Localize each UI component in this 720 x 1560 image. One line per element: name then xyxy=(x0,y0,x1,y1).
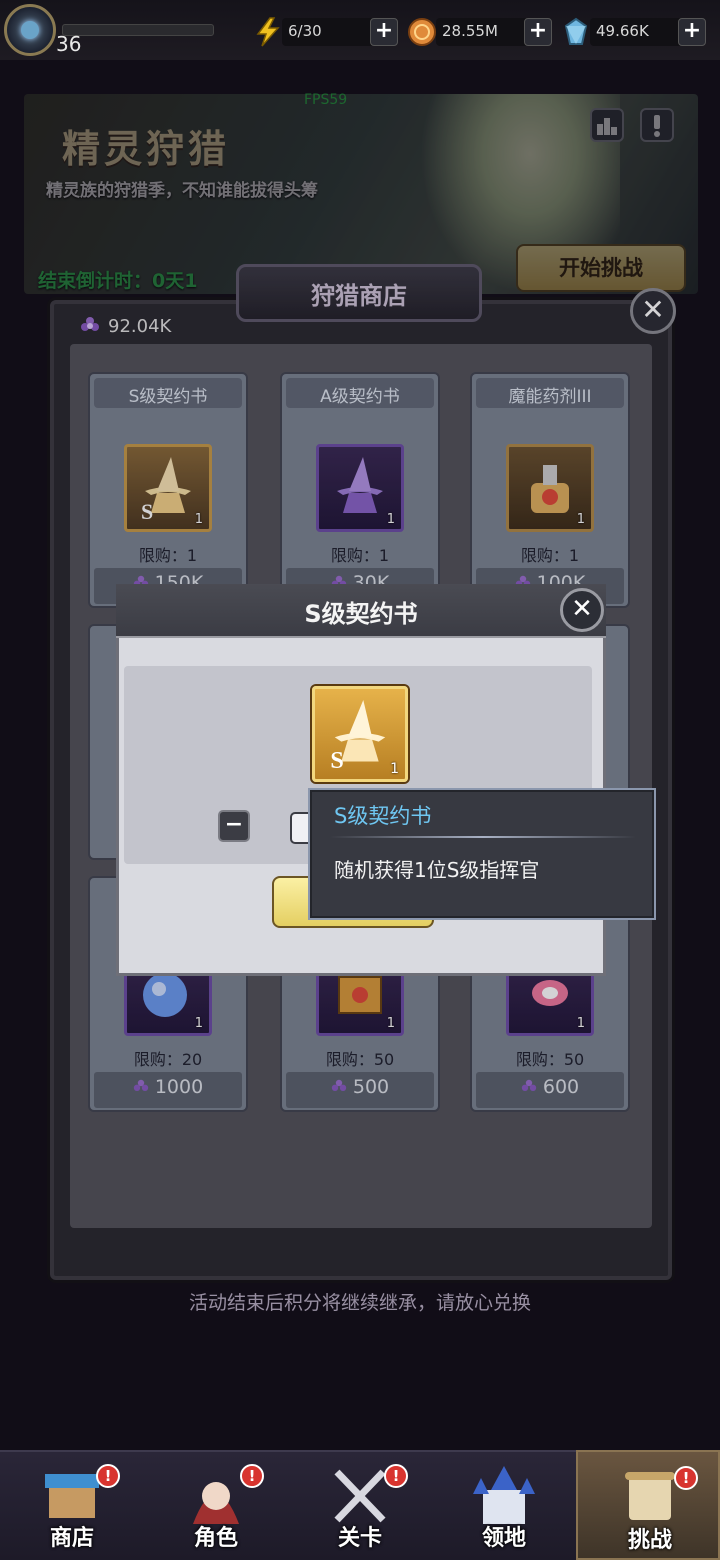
nav-challenge[interactable]: ! 挑战 xyxy=(576,1450,720,1560)
diamond-icon xyxy=(564,17,588,45)
gem-resource: 49.66K + xyxy=(560,16,708,48)
player-level: 36 xyxy=(56,32,82,56)
coin-icon xyxy=(408,18,436,46)
castle-icon xyxy=(473,1466,535,1524)
level-emblem-icon[interactable] xyxy=(4,4,56,56)
dialog-title: S级契约书 xyxy=(304,600,418,628)
energy-resource: 6/30 + xyxy=(252,16,400,48)
nav-characters[interactable]: ! 角色 xyxy=(144,1450,288,1560)
tooltip-description: 随机获得1位S级指挥官 xyxy=(334,858,540,882)
s-contract-icon[interactable]: S 1 xyxy=(312,686,408,782)
add-energy-button[interactable]: + xyxy=(370,18,398,46)
gold-value: 28.55M xyxy=(442,22,498,40)
nav-shop[interactable]: ! 商店 xyxy=(0,1450,144,1560)
gem-value: 49.66K xyxy=(596,22,649,40)
lightning-icon xyxy=(256,17,280,47)
add-gold-button[interactable]: + xyxy=(524,18,552,46)
experience-bar xyxy=(62,24,214,36)
tooltip-divider xyxy=(330,836,636,838)
nav-territory[interactable]: 领地 xyxy=(432,1450,576,1560)
nav-stages[interactable]: ! 关卡 xyxy=(288,1450,432,1560)
add-gem-button[interactable]: + xyxy=(678,18,706,46)
svg-text:S: S xyxy=(330,747,343,774)
energy-value: 6/30 xyxy=(288,22,322,40)
tooltip-title: S级契约书 xyxy=(334,804,432,828)
gold-resource: 28.55M + xyxy=(406,16,554,48)
decrease-quantity-button[interactable]: − xyxy=(218,810,250,842)
dialog-close-button[interactable]: ✕ xyxy=(560,588,604,632)
